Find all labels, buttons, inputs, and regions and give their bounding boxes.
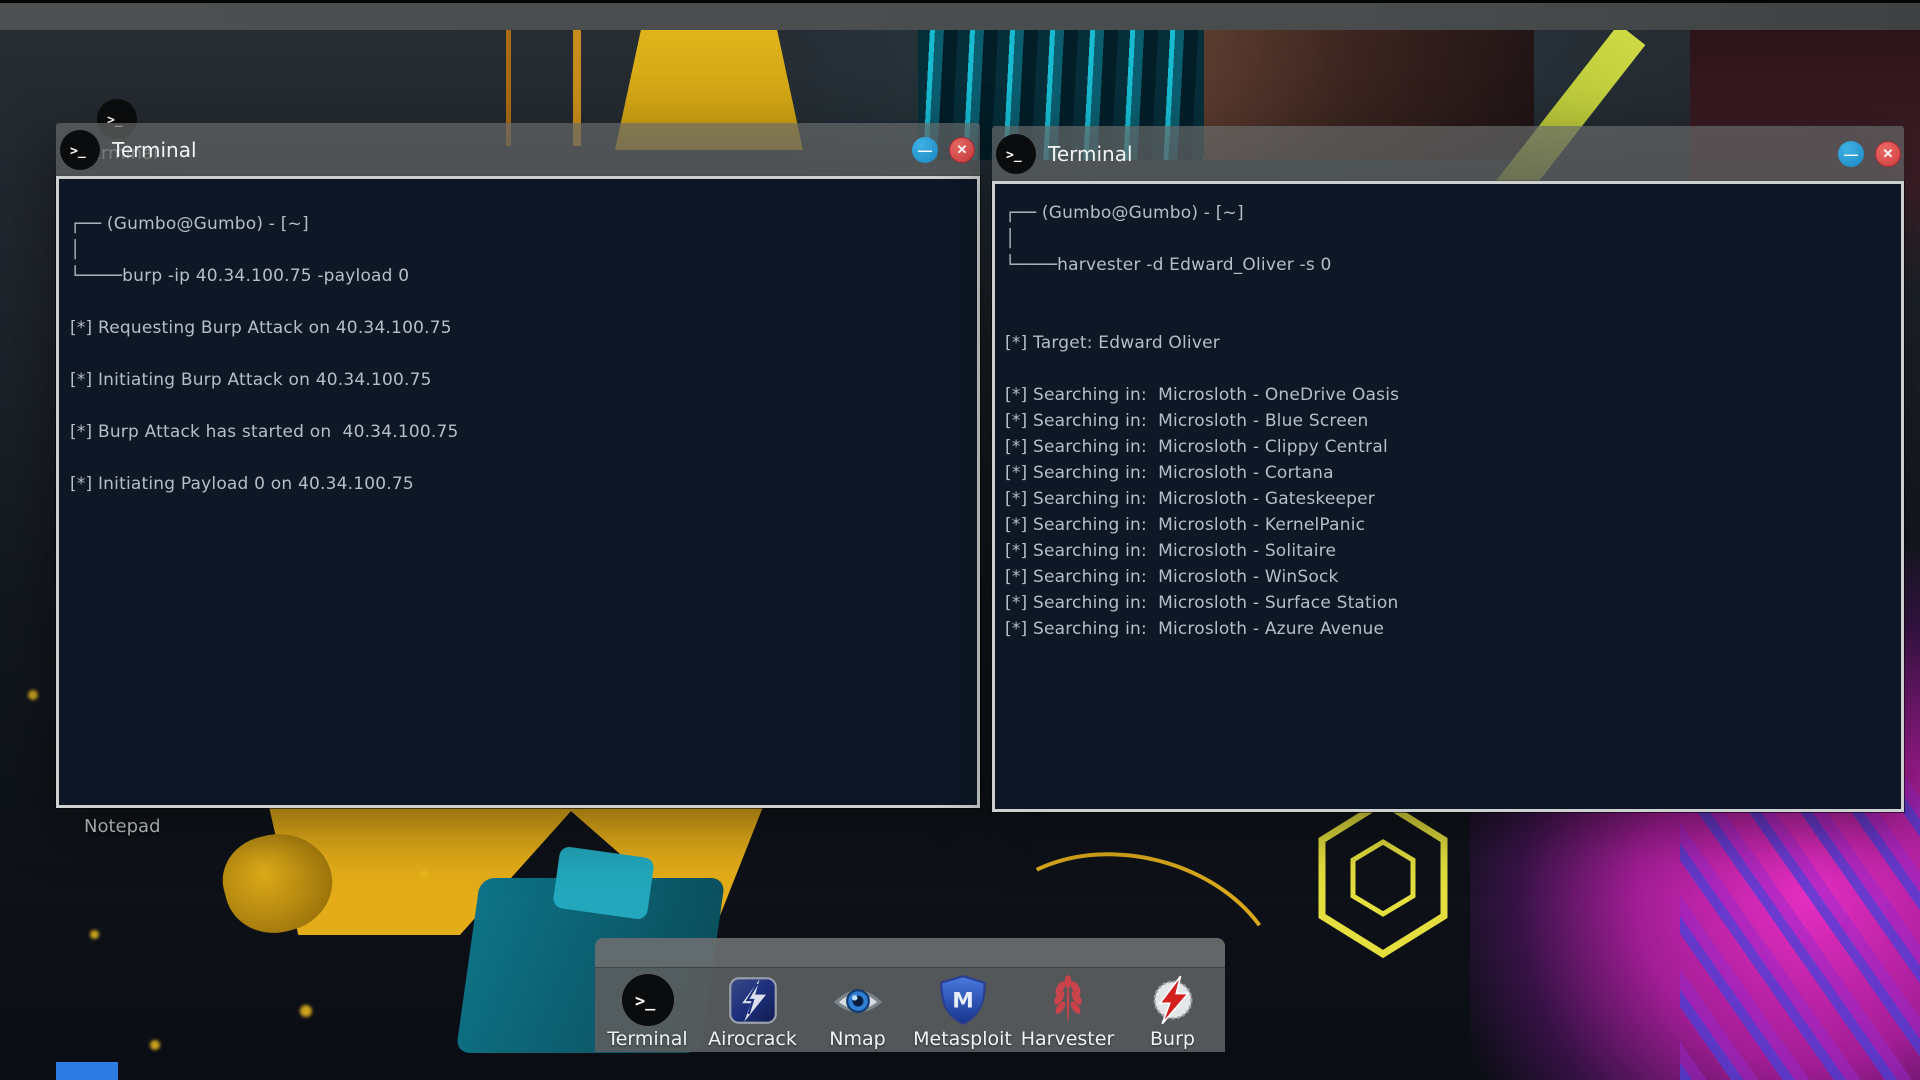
terminal-line <box>70 393 963 419</box>
terminal-line: [*] Requesting Burp Attack on 40.34.100.… <box>70 315 963 341</box>
terminal-line: [*] Searching in: Microsloth - Gateskeep… <box>1005 486 1889 512</box>
terminal-icon: >_ <box>622 974 674 1026</box>
close-button[interactable]: ✕ <box>1875 141 1901 167</box>
dock-item-label: Burp <box>1123 1028 1223 1050</box>
terminal-line: [*] Searching in: Microsloth - Azure Ave… <box>1005 616 1889 642</box>
terminal-icon: >_ <box>996 134 1036 174</box>
minimize-button[interactable]: — <box>912 137 938 163</box>
terminal-line <box>1005 278 1889 304</box>
bokeh-dot <box>420 870 428 878</box>
desktop-icon-label: Notepad <box>84 816 154 837</box>
window-title: Terminal <box>1048 142 1133 166</box>
terminal-window-left: >_ Terminal — ✕ ┌── (Gumbo@Gumbo) - [~] … <box>56 123 980 808</box>
terminal-line <box>1005 304 1889 330</box>
terminal-output[interactable]: ┌── (Gumbo@Gumbo) - [~] │ └────burp -ip … <box>56 176 980 808</box>
dock-item-nmap[interactable]: Nmap <box>808 974 908 1050</box>
dock-item-burp[interactable]: Burp <box>1123 974 1223 1050</box>
dock-item-label: Terminal <box>598 1028 698 1050</box>
svg-text:>_: >_ <box>635 991 656 1011</box>
terminal-line: [*] Searching in: Microsloth - WinSock <box>1005 564 1889 590</box>
terminal-line <box>70 341 963 367</box>
window-title: Terminal <box>112 138 197 162</box>
svg-text:M: M <box>952 989 974 1014</box>
terminal-output[interactable]: ┌── (Gumbo@Gumbo) - [~] │ └────harvester… <box>992 181 1904 812</box>
dock-item-terminal[interactable]: >_ Terminal <box>598 974 698 1050</box>
wallpaper-shape-teal-jacket <box>552 846 655 921</box>
terminal-line: │ <box>70 237 963 263</box>
dock-item-metasploit[interactable]: M Metasploit <box>913 974 1013 1050</box>
window-titlebar[interactable]: >_ Terminal — ✕ <box>56 123 980 176</box>
close-button[interactable]: ✕ <box>949 137 975 163</box>
window-controls: — ✕ <box>1838 141 1901 167</box>
terminal-line: [*] Searching in: Microsloth - Surface S… <box>1005 590 1889 616</box>
svg-text:>_: >_ <box>70 144 86 159</box>
terminal-line: └────harvester -d Edward_Oliver -s 0 <box>1005 252 1889 278</box>
terminal-line: [*] Searching in: Microsloth - OneDrive … <box>1005 382 1889 408</box>
terminal-line: [*] Burp Attack has started on 40.34.100… <box>70 419 963 445</box>
airocrack-icon <box>727 974 779 1026</box>
wallpaper-shape-blue-bar <box>56 1062 118 1080</box>
dock-item-label: Nmap <box>808 1028 908 1050</box>
terminal-line: ┌── (Gumbo@Gumbo) - [~] <box>70 211 963 237</box>
terminal-line: └────burp -ip 40.34.100.75 -payload 0 <box>70 263 963 289</box>
dock-item-label: Airocrack <box>703 1028 803 1050</box>
window-controls: — ✕ <box>912 137 975 163</box>
terminal-line <box>70 445 963 471</box>
terminal-line: [*] Searching in: Microsloth - Blue Scre… <box>1005 408 1889 434</box>
bokeh-dot <box>90 930 99 939</box>
desktop: >_ Terminal Notepad >_ Terminal — ✕ ┌── … <box>0 0 1920 1080</box>
terminal-line <box>70 289 963 315</box>
burp-icon <box>1147 974 1199 1026</box>
terminal-line: [*] Target: Edward Oliver <box>1005 330 1889 356</box>
terminal-line: [*] Searching in: Microsloth - KernelPan… <box>1005 512 1889 538</box>
dock-item-label: Metasploit <box>913 1028 1013 1050</box>
bokeh-dot <box>150 1040 160 1050</box>
bokeh-dot <box>28 690 38 700</box>
minimize-button[interactable]: — <box>1838 141 1864 167</box>
nmap-icon <box>832 974 884 1026</box>
terminal-line: │ <box>1005 226 1889 252</box>
dock: >_ Terminal <box>595 938 1225 1052</box>
terminal-line <box>1005 356 1889 382</box>
terminal-icon: >_ <box>60 130 100 170</box>
wallpaper-hexagon-logo <box>1318 798 1448 958</box>
harvester-icon <box>1042 974 1094 1026</box>
terminal-line: ┌── (Gumbo@Gumbo) - [~] <box>1005 200 1889 226</box>
dock-item-harvester[interactable]: Harvester <box>1018 974 1118 1050</box>
terminal-line: [*] Initiating Burp Attack on 40.34.100.… <box>70 367 963 393</box>
dock-strip <box>595 938 1225 968</box>
svg-text:>_: >_ <box>1006 148 1022 163</box>
terminal-line: [*] Searching in: Microsloth - Clippy Ce… <box>1005 434 1889 460</box>
top-bar <box>0 0 1920 30</box>
terminal-line: [*] Initiating Payload 0 on 40.34.100.75 <box>70 471 963 497</box>
dock-item-airocrack[interactable]: Airocrack <box>703 974 803 1050</box>
bokeh-dot <box>300 1005 312 1017</box>
metasploit-icon: M <box>937 974 989 1026</box>
terminal-line: [*] Searching in: Microsloth - Solitaire <box>1005 538 1889 564</box>
window-titlebar[interactable]: >_ Terminal — ✕ <box>992 126 1904 181</box>
dock-item-label: Harvester <box>1018 1028 1118 1050</box>
terminal-window-right: >_ Terminal — ✕ ┌── (Gumbo@Gumbo) - [~] … <box>992 126 1904 812</box>
dock-panel: >_ Terminal <box>595 968 1225 1052</box>
desktop-icon-notepad[interactable]: Notepad <box>84 812 154 837</box>
wallpaper-shape-violet-streaks <box>1680 770 1920 1080</box>
terminal-line: [*] Searching in: Microsloth - Cortana <box>1005 460 1889 486</box>
